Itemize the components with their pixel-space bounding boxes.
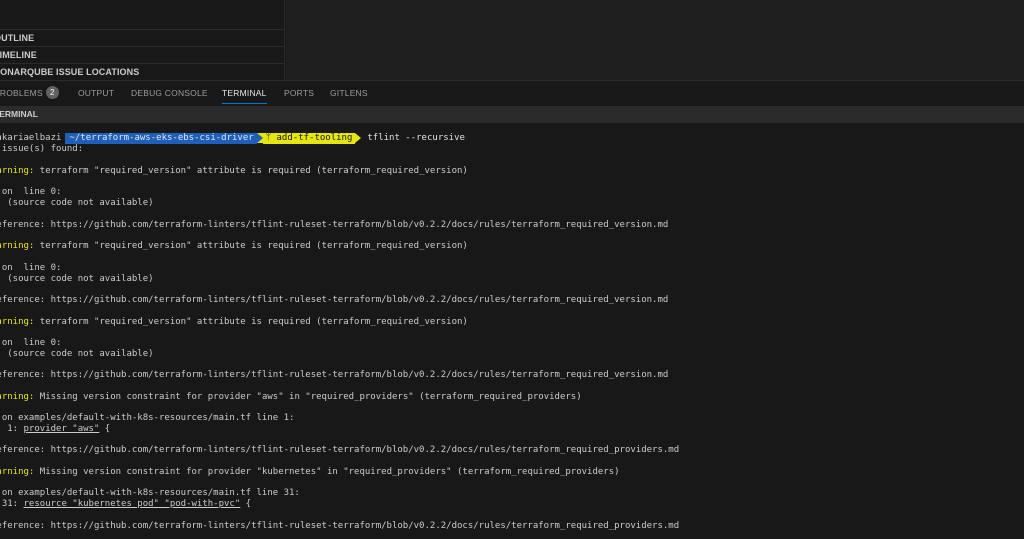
outline-section-header[interactable]: OUTLINE: [0, 29, 285, 46]
issues-summary: 5 issue(s) found:: [0, 144, 84, 154]
tab-terminal[interactable]: TERMINAL: [222, 81, 267, 105]
tab-debug-console-label: DEBUG CONSOLE: [131, 88, 208, 98]
warning-label: Warning:: [0, 166, 35, 176]
prompt-user: zakariaelbazi: [0, 133, 62, 143]
warning-label: Warning:: [0, 241, 35, 251]
sonarqube-section-label: SONARQUBE ISSUE LOCATIONS: [0, 67, 140, 77]
prompt-branch: add-tf-tooling: [276, 133, 353, 143]
tab-output-label: OUTPUT: [78, 88, 115, 98]
tab-terminal-label: TERMINAL: [222, 88, 267, 98]
warning-message: terraform "required_version" attribute i…: [39, 166, 468, 176]
sonarqube-issue-locations-section-header[interactable]: SONARQUBE ISSUE LOCATIONS: [0, 63, 285, 80]
code-suffix: {: [240, 499, 252, 509]
sidebar: OUTLINE TIMELINE SONARQUBE ISSUE LOCATIO…: [0, 0, 285, 80]
issue-code: 31: resource "kubernetes_pod" "pod-with-…: [0, 499, 251, 510]
warning-label: Warning:: [0, 392, 35, 402]
terminal-section-header[interactable]: TERMINAL: [0, 106, 1024, 123]
code-line-number: 1:: [7, 424, 19, 434]
issue-reference-link[interactable]: Reference: https://github.com/terraform-…: [0, 521, 679, 532]
prompt-path: ~/terraform-aws-eks-ebs-csi-driver: [65, 133, 257, 144]
tab-gitlens-label: GITLENS: [330, 88, 368, 98]
warning-message: terraform "required_version" attribute i…: [39, 317, 468, 327]
issue-location: on line 0:: [1, 263, 62, 273]
issue-reference-link[interactable]: Reference: https://github.com/terraform-…: [0, 370, 668, 381]
issue-reference-link[interactable]: Reference: https://github.com/terraform-…: [0, 220, 668, 231]
issue-location: on examples/default-with-k8s-resources/m…: [0, 413, 295, 423]
code-suffix: {: [99, 424, 111, 434]
panel-tab-bar: PROBLEMS2 OUTPUT DEBUG CONSOLE TERMINAL …: [0, 81, 1024, 105]
issue-code: 1: provider "aws" {: [0, 424, 110, 435]
issue-warning-line: Warning: Missing version constraint for …: [0, 392, 582, 403]
git-branch-icon: ᛘ: [265, 133, 272, 143]
terminal-prompt-line: zakariaelbazi~/terraform-aws-eks-ebs-csi…: [0, 133, 465, 144]
timeline-section-label: TIMELINE: [0, 50, 37, 60]
timeline-section-header[interactable]: TIMELINE: [0, 46, 285, 63]
bottom-panel: PROBLEMS2 OUTPUT DEBUG CONSOLE TERMINAL …: [0, 80, 1024, 539]
warning-label: Warning:: [0, 467, 35, 477]
prompt-command: tflint --recursive: [367, 133, 465, 143]
issue-location: on examples/default-with-k8s-resources/m…: [0, 488, 300, 498]
warning-message: Missing version constraint for provider …: [39, 392, 582, 402]
issue-warning-line: Warning: terraform "required_version" at…: [0, 317, 468, 328]
issue-code: (source code not available): [0, 198, 154, 208]
tab-gitlens[interactable]: GITLENS: [330, 81, 368, 105]
issue-reference-link[interactable]: Reference: https://github.com/terraform-…: [0, 445, 679, 456]
issue-location: on line 0:: [1, 338, 62, 348]
code-highlight: resource "kubernetes_pod" "pod-with-pvc": [23, 499, 241, 509]
outline-section-label: OUTLINE: [0, 33, 35, 43]
code-line-number: 31:: [1, 499, 19, 509]
issue-warning-line: Warning: terraform "required_version" at…: [0, 166, 468, 177]
tab-debug-console[interactable]: DEBUG CONSOLE: [131, 81, 208, 105]
editor-area: [286, 0, 1024, 80]
warning-label: Warning:: [0, 317, 35, 327]
issue-warning-line: Warning: terraform "required_version" at…: [0, 241, 468, 252]
prompt-git-segment: ᛘ add-tf-tooling: [262, 133, 356, 144]
problems-count-badge: 2: [45, 86, 59, 100]
terminal-output[interactable]: zakariaelbazi~/terraform-aws-eks-ebs-csi…: [0, 130, 1024, 539]
issue-code: (source code not available): [0, 349, 154, 359]
issue-warning-line: Warning: Missing version constraint for …: [0, 467, 620, 478]
warning-message: Missing version constraint for provider …: [39, 467, 620, 477]
code-highlight: provider "aws": [23, 424, 100, 434]
tab-problems[interactable]: PROBLEMS2: [0, 81, 59, 105]
terminal-section-title: TERMINAL: [0, 109, 38, 119]
issue-reference-link[interactable]: Reference: https://github.com/terraform-…: [0, 295, 668, 306]
issue-code: (source code not available): [0, 274, 154, 284]
tab-ports-label: PORTS: [284, 88, 315, 98]
warning-message: terraform "required_version" attribute i…: [39, 241, 468, 251]
tab-problems-label: PROBLEMS: [0, 88, 43, 98]
issue-location: on line 0:: [1, 187, 62, 197]
tab-output[interactable]: OUTPUT: [78, 81, 114, 105]
tab-ports[interactable]: PORTS: [284, 81, 314, 105]
